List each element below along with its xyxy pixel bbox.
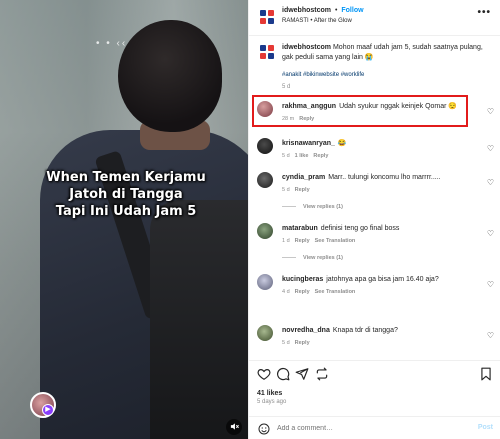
comment-text: matarabun definisi teng go final boss [282, 224, 478, 233]
heart-icon[interactable]: ♡ [487, 178, 494, 187]
post-header: idwebhostcom • Follow RAMASTI • After th… [249, 0, 500, 36]
comment-text: novredha_dna Knapa tdr di tangga? [282, 326, 478, 335]
emoji-icon[interactable] [258, 423, 270, 435]
comment-icon[interactable] [276, 367, 290, 381]
comment-time: 5 d [282, 340, 290, 346]
comment-time: 5 d [282, 187, 290, 193]
comment-username[interactable]: novredha_dna [282, 327, 330, 334]
comment-item: kucingberas jatohnya apa ga bisa jam 16.4… [249, 273, 500, 303]
comment-meta: 4 d Reply See Translation [282, 289, 355, 295]
comment-body: Knapa tdr di tangga? [332, 327, 398, 334]
comments-panel: idwebhostcom • Follow RAMASTI • After th… [248, 0, 500, 439]
commenter-avatar[interactable] [257, 138, 273, 154]
comment-username[interactable]: cyndia_pram [282, 174, 325, 181]
separator-dot: • [334, 7, 338, 14]
reels-icon: ▶ [42, 404, 54, 416]
reel-video[interactable]: • • ‹‹ When Temen Kerjamu Jatoh di Tangg… [0, 0, 248, 439]
more-horizontal-icon[interactable]: ••• [477, 7, 491, 18]
likes-count[interactable]: 41 likes [257, 390, 282, 397]
comment-text: cyndia_pram Marr.. tulungi koncomu lho ma… [282, 173, 478, 182]
reply-button[interactable]: Reply [295, 340, 310, 346]
caption-text: idwebhostcom Mohon maaf udah jam 5, suda… [282, 43, 492, 62]
post-actions: 41 likes 5 days ago Post [249, 360, 500, 439]
comment-time: 5 d [282, 153, 290, 159]
heart-icon[interactable]: ♡ [487, 144, 494, 153]
comment-username[interactable]: rakhma_anggun [282, 103, 336, 110]
comment-meta: 5 d Reply [282, 340, 310, 346]
reply-button[interactable]: Reply [313, 153, 328, 159]
caption-time: 5 d [282, 84, 291, 90]
author-username[interactable]: idwebhostcom [282, 7, 331, 14]
comment-item: rakhma_anggun Udah syukur nggak keinjek Q… [249, 100, 500, 130]
commenter-avatar[interactable] [257, 274, 273, 290]
video-caption-line: Jatoh di Tangga [69, 187, 183, 202]
caption-username[interactable]: idwebhostcom [282, 44, 331, 51]
post-author: idwebhostcom • Follow [282, 7, 364, 14]
post-button[interactable]: Post [478, 424, 493, 431]
comment-meta: 28 m Reply [282, 116, 314, 122]
comment-body: definisi teng go final boss [320, 225, 400, 232]
comment-username[interactable]: matarabun [282, 225, 318, 232]
comment-text: krisnawanryan_ 😂 [282, 139, 478, 148]
comment-time: 1 d [282, 238, 290, 244]
speaker-muted-icon[interactable] [226, 419, 242, 435]
heart-icon[interactable] [257, 367, 271, 381]
commenter-avatar[interactable] [257, 101, 273, 117]
comment-body: Marr.. tulungi koncomu lho marrrr..... [328, 174, 441, 181]
comment-text: rakhma_anggun Udah syukur nggak keinjek Q… [282, 102, 478, 111]
view-replies-button[interactable]: View replies (1) [282, 255, 343, 261]
see-translation-button[interactable]: See Translation [315, 238, 356, 244]
commenter-avatar[interactable] [257, 172, 273, 188]
comment-item: matarabun definisi teng go final boss 1 d… [249, 222, 500, 252]
comment-item: novredha_dna Knapa tdr di tangga? 5 d Repl… [249, 324, 500, 354]
share-icon[interactable] [295, 367, 309, 381]
video-person-head [118, 20, 222, 132]
commenter-avatar[interactable] [257, 223, 273, 239]
reply-button[interactable]: Reply [295, 187, 310, 193]
audio-track[interactable]: RAMASTI • After the Glow [282, 18, 352, 24]
comment-body: 😂 [337, 140, 347, 147]
commenter-avatar[interactable] [257, 325, 273, 341]
reply-button[interactable]: Reply [295, 238, 310, 244]
comment-username[interactable]: krisnawanryan_ [282, 140, 335, 147]
follow-button[interactable]: Follow [341, 7, 363, 14]
comment-item: krisnawanryan_ 😂 5 d 1 like Reply ♡ [249, 137, 500, 167]
heart-icon[interactable]: ♡ [487, 331, 494, 340]
comment-time: 4 d [282, 289, 290, 295]
comment-meta: 5 d Reply [282, 187, 310, 193]
reply-button[interactable]: Reply [295, 289, 310, 295]
post-date: 5 days ago [257, 399, 287, 405]
comment-meta: 1 d Reply See Translation [282, 238, 355, 244]
heart-icon[interactable]: ♡ [487, 280, 494, 289]
account-logo-icon[interactable] [259, 9, 275, 25]
account-logo-icon[interactable] [259, 44, 275, 60]
reply-button[interactable]: Reply [299, 116, 314, 122]
video-caption-line: Tapi Ini Udah Jam 5 [55, 204, 197, 219]
comment-item: cyndia_pram Marr.. tulungi koncomu lho ma… [249, 171, 500, 201]
heart-icon[interactable]: ♡ [487, 229, 494, 238]
see-translation-button[interactable]: See Translation [315, 289, 356, 295]
video-caption-line: When Temen Kerjamu [46, 170, 206, 185]
comment-body: jatohnya apa ga bisa jam 16.40 aja? [326, 276, 439, 283]
video-small-text: • • ‹‹ [96, 38, 128, 49]
view-replies-button[interactable]: View replies (1) [282, 204, 343, 210]
video-backpack [150, 200, 248, 439]
add-comment-bar: Post [249, 416, 500, 439]
comment-time: 28 m [282, 116, 295, 122]
comment-input[interactable] [277, 422, 457, 435]
heart-icon[interactable]: ♡ [487, 107, 494, 116]
comment-meta: 5 d 1 like Reply [282, 153, 328, 159]
comment-text: kucingberas jatohnya apa ga bisa jam 16.4… [282, 275, 478, 284]
bookmark-icon[interactable] [479, 367, 493, 381]
comment-likes[interactable]: 1 like [295, 153, 309, 159]
repost-icon[interactable] [315, 367, 329, 381]
comment-username[interactable]: kucingberas [282, 276, 323, 283]
comment-body: Udah syukur nggak keinjek Qomar 😌 [339, 103, 458, 110]
video-overlay-caption: When Temen Kerjamu Jatoh di Tangga Tapi … [0, 169, 248, 220]
caption-hashtags[interactable]: #anakit #bikinwebsite #worklife [282, 72, 364, 78]
